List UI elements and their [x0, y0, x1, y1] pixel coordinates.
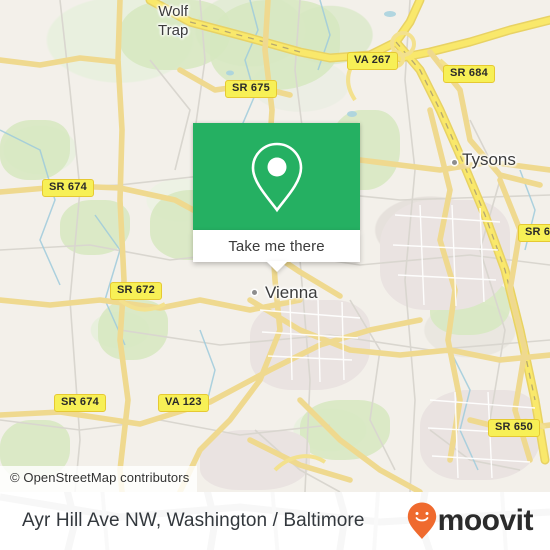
road-shield-sr-675: SR 675 [225, 80, 277, 98]
map-attribution[interactable]: © OpenStreetMap contributors [0, 466, 198, 492]
road-shield-sr-659: SR 659 [518, 224, 550, 242]
popup-header [193, 123, 360, 230]
road-shield-sr-684: SR 684 [443, 65, 495, 83]
popup-pointer [265, 261, 288, 272]
map-screenshot: Wolf Trap Tysons Vienna SR 675 VA 267 SR… [0, 0, 550, 550]
road-shield-va-123: VA 123 [158, 394, 209, 412]
map-place-dot-vienna [252, 290, 257, 295]
map-place-dot-tysons [452, 160, 457, 165]
map-place-label-line1: Wolf [158, 3, 189, 20]
take-me-there-button[interactable]: Take me there [193, 230, 360, 272]
footer-bar: Ayr Hill Ave NW, Washington / Baltimore … [0, 492, 550, 550]
location-address: Ayr Hill Ave NW, Washington / Baltimore [22, 510, 365, 531]
road-shield-va-267: VA 267 [347, 52, 398, 70]
map-place-label-tysons: Tysons [462, 150, 516, 169]
road-shield-sr-650: SR 650 [488, 419, 540, 437]
road-shield-sr-674-north: SR 674 [42, 179, 94, 197]
map-place-label-wolf-trap: Wolf Trap [158, 2, 188, 40]
moovit-logo[interactable]: moovit [407, 502, 534, 540]
map-place-label-vienna: Vienna [265, 283, 318, 302]
moovit-wordmark: moovit [437, 504, 534, 537]
map-place-label-line2: Trap [158, 22, 189, 39]
take-me-there-label: Take me there [228, 237, 325, 255]
moovit-pin-smiley-icon [407, 502, 436, 539]
road-shield-sr-674-south: SR 674 [54, 394, 106, 412]
map-pin-icon [251, 142, 302, 212]
road-shield-sr-672: SR 672 [110, 282, 162, 300]
destination-popup[interactable]: Take me there [193, 123, 360, 272]
